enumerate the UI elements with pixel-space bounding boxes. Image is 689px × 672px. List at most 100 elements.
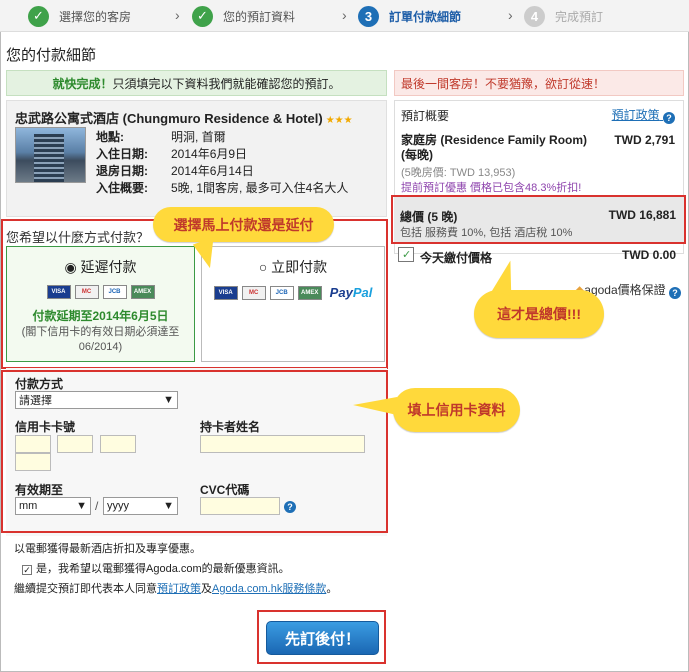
- chevron-right-icon: ›: [342, 7, 347, 23]
- hotel-card: 忠武路公寓式酒店 (Chungmuro Residence & Hotel) ★★…: [6, 100, 387, 217]
- terms-text: 繼續提交預訂即代表本人同意預訂政策及Agoda.com.hk服務條款。: [14, 580, 337, 596]
- select-value: yyyy: [107, 500, 129, 512]
- defer-radio[interactable]: ◉ 延遲付款: [7, 257, 194, 277]
- booking-policy-link[interactable]: 預訂政策: [157, 583, 201, 595]
- paypal-pay: Pay: [329, 285, 353, 300]
- payment-method-select[interactable]: 請選擇 ▼: [15, 391, 178, 409]
- summary-title: 預訂概要: [401, 109, 450, 123]
- select-value: mm: [19, 500, 38, 512]
- card-number-field-1[interactable]: [15, 435, 51, 453]
- bubble-tail: [353, 397, 397, 415]
- card-number-field-2[interactable]: [57, 435, 93, 453]
- paypal-pal: Pal: [352, 285, 373, 300]
- step-4: 4 完成預訂: [524, 5, 603, 27]
- radio-selected-icon: ◉: [64, 259, 81, 275]
- help-icon[interactable]: ?: [669, 287, 681, 299]
- cardholder-label: 持卡者姓名: [200, 420, 261, 434]
- info-value: 2014年6月9日: [171, 147, 248, 161]
- help-icon[interactable]: ?: [284, 501, 296, 513]
- calendar-check-icon: [398, 247, 414, 262]
- check-icon: ✓: [28, 5, 49, 27]
- policy-link[interactable]: 預訂政策 ?: [612, 106, 675, 124]
- radio-empty-icon: ○: [258, 259, 272, 275]
- notice-bold: 就快完成！: [52, 76, 113, 91]
- progress-steps: ✓ 選擇您的客房 › ✓ 您的預訂資料 › 3 訂單付款細節 › 4 完成預訂: [0, 0, 689, 32]
- info-value: 5晚, 1間客房, 最多可入住4名大人: [171, 181, 349, 195]
- total-label: 總價 (5 晚): [400, 210, 458, 224]
- payment-question: 您希望以什麼方式付款？: [6, 230, 150, 245]
- amex-icon: AMEX: [130, 285, 155, 299]
- terms-prefix: 繼續提交預訂即代表本人同意: [14, 583, 157, 595]
- expiry-separator: /: [95, 499, 99, 513]
- option-pay-now[interactable]: ○ 立即付款 VISA MC JCB AMEX PayPal: [201, 246, 385, 362]
- hotel-name-text: 忠武路公寓式酒店 (Chungmuro Residence & Hotel): [15, 111, 323, 126]
- annotation-bubble-total: 這才是總價!!!: [474, 290, 604, 338]
- discount-text: 提前預訂優惠 價格已包含48.3%折扣!: [401, 182, 582, 194]
- defer-note: (閣下信用卡的有效日期必須達至06/2014): [21, 326, 180, 353]
- expiry-year-select[interactable]: yyyy ▼: [103, 497, 178, 515]
- info-value: 明洞, 首爾: [171, 130, 226, 144]
- mastercard-icon: MC: [74, 285, 99, 299]
- promo-text: 以電郵獲得最新酒店折扣及專享優惠。: [14, 543, 201, 555]
- card-logos: VISA MC JCB AMEX: [7, 285, 194, 299]
- annotation-bubble-card: 填上信用卡資料: [393, 388, 520, 432]
- info-value: 2014年6月14日: [171, 164, 254, 178]
- paypal-icon: PayPal: [330, 285, 373, 300]
- select-value: 請選擇: [19, 395, 52, 407]
- card-number-field-4[interactable]: [15, 453, 51, 471]
- card-logos: VISA MC JCB AMEX PayPal: [202, 285, 384, 300]
- visa-icon: VISA: [213, 285, 238, 300]
- urgency-bar: 最後一間客房！不要猶豫，欲訂從速！: [394, 70, 684, 96]
- room-price: TWD 2,791: [614, 133, 675, 147]
- chevron-right-icon: ›: [175, 7, 180, 23]
- star-rating-icon: ★★★: [325, 115, 353, 126]
- step-3: 3 訂單付款細節: [358, 5, 461, 27]
- help-icon[interactable]: ?: [663, 112, 675, 124]
- step-2[interactable]: ✓ 您的預訂資料: [192, 5, 295, 27]
- checkbox-checked-icon[interactable]: ✓: [22, 565, 32, 575]
- terms-suffix: 。: [326, 583, 338, 595]
- submit-button[interactable]: 先訂後付！: [266, 621, 379, 655]
- promo-checkbox-label: 是，我希望以電郵獲得Agoda.com的最新優惠資訊。: [36, 563, 290, 575]
- cvc-label: CVC代碼: [200, 483, 250, 497]
- terms-and: 及: [201, 583, 212, 595]
- defer-label: 延遲付款: [80, 259, 137, 275]
- info-key: 退房日期:: [96, 164, 148, 178]
- option-defer-payment[interactable]: ◉ 延遲付款 VISA MC JCB AMEX 付款延期至2014年6月5日 (…: [6, 246, 195, 362]
- chevron-right-icon: ›: [508, 7, 513, 23]
- expiry-month-select[interactable]: mm ▼: [15, 497, 91, 515]
- total-note: 包括 服務費 10%, 包括 酒店稅 10%: [400, 227, 573, 239]
- promo-checkbox-row[interactable]: ✓ 是，我希望以電郵獲得Agoda.com的最新優惠資訊。: [22, 560, 290, 576]
- notice-text: 只須填完以下資料我們就能確認您的預訂。: [112, 76, 341, 91]
- cvc-input[interactable]: [200, 497, 280, 515]
- dropdown-arrow-icon: ▼: [163, 394, 174, 406]
- total-price-row: 總價 (5 晚) TWD 16,881 包括 服務費 10%, 包括 酒店稅 1…: [394, 197, 684, 242]
- card-number-field-3[interactable]: [100, 435, 136, 453]
- expiry-label: 有效期至: [15, 483, 64, 497]
- defer-date: 付款延期至2014年6月5日: [32, 309, 169, 323]
- hotel-photo[interactable]: [15, 127, 86, 183]
- today-label: 今天繳付價格: [420, 251, 493, 265]
- jcb-icon: JCB: [269, 285, 294, 300]
- notice-bar: 就快完成！ 只須填完以下資料我們就能確認您的預訂。: [6, 70, 387, 96]
- step-number: 3: [358, 5, 379, 27]
- terms-of-service-link[interactable]: Agoda.com.hk服務條款: [212, 583, 326, 595]
- method-label: 付款方式: [15, 377, 64, 391]
- mastercard-icon: MC: [241, 285, 266, 300]
- card-number-label: 信用卡卡號: [15, 420, 76, 434]
- step-label: 您的預訂資料: [223, 9, 296, 24]
- policy-link-text: 預訂政策: [611, 108, 660, 122]
- info-key: 地點:: [96, 130, 124, 144]
- visa-icon: VISA: [46, 285, 71, 299]
- step-1[interactable]: ✓ 選擇您的客房: [28, 5, 131, 27]
- info-key: 入住日期:: [96, 147, 148, 161]
- hotel-name: 忠武路公寓式酒店 (Chungmuro Residence & Hotel) ★★…: [15, 108, 353, 127]
- cardholder-input[interactable]: [200, 435, 365, 453]
- paynow-radio[interactable]: ○ 立即付款: [202, 257, 384, 277]
- jcb-icon: JCB: [102, 285, 127, 299]
- amex-icon: AMEX: [297, 285, 322, 300]
- page-title: 您的付款細節: [6, 47, 97, 64]
- check-icon: ✓: [192, 5, 213, 27]
- today-price-row: 今天繳付價格 TWD 0.00: [394, 244, 684, 268]
- paynow-label: 立即付款: [271, 259, 328, 275]
